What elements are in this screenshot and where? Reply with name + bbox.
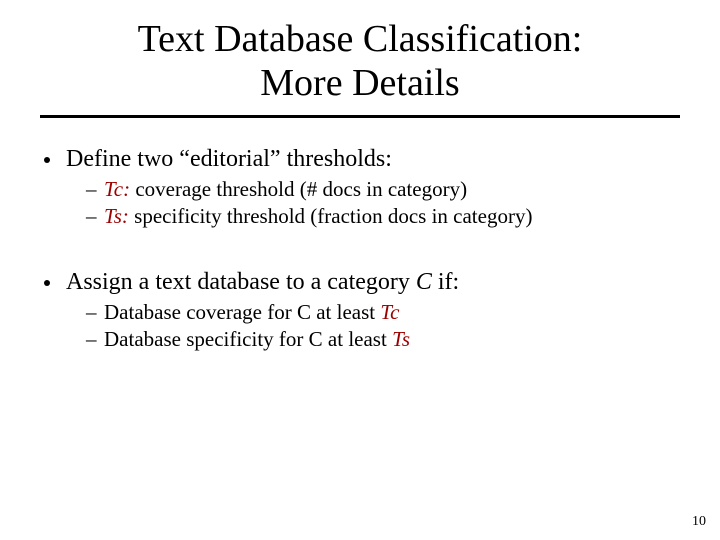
bullet-2: Assign a text database to a category C i…	[40, 269, 680, 296]
bullet-icon	[44, 280, 50, 286]
dash-icon: –	[86, 204, 97, 229]
page-number: 10	[692, 514, 706, 530]
bullet-2-sub-2-text: Database specificity for C at least	[104, 327, 392, 351]
title-line-2: More Details	[260, 62, 459, 104]
slide: Text Database Classification: More Detai…	[0, 0, 720, 540]
bullet-1-sub-1: – Tc: coverage threshold (# docs in cate…	[40, 177, 680, 202]
ts-label: Ts:	[104, 204, 129, 228]
c-var: C	[416, 269, 432, 295]
bullet-2-post: if:	[432, 269, 459, 295]
spacer	[40, 231, 680, 261]
title-line-1: Text Database Classification:	[138, 18, 583, 60]
tc-ref: Tc	[380, 300, 399, 324]
bullet-1-sub-2-text: specificity threshold (fraction docs in …	[129, 204, 533, 228]
bullet-2-sub-1: – Database coverage for C at least Tc	[40, 300, 680, 325]
bullet-2-sub-2: – Database specificity for C at least Ts	[40, 327, 680, 352]
title-underline	[40, 115, 680, 118]
slide-body: Define two “editorial” thresholds: – Tc:…	[40, 146, 680, 352]
bullet-1-sub-1-text: coverage threshold (# docs in category)	[130, 177, 467, 201]
tc-label: Tc:	[104, 177, 130, 201]
bullet-1-text: Define two “editorial” thresholds:	[66, 146, 392, 172]
dash-icon: –	[86, 327, 97, 352]
bullet-icon	[44, 157, 50, 163]
bullet-2-pre: Assign a text database to a category	[66, 269, 416, 295]
bullet-2-sub-1-text: Database coverage for C at least	[104, 300, 380, 324]
ts-ref: Ts	[392, 327, 410, 351]
dash-icon: –	[86, 177, 97, 202]
slide-title: Text Database Classification: More Detai…	[40, 18, 680, 105]
bullet-1-sub-2: – Ts: specificity threshold (fraction do…	[40, 204, 680, 229]
dash-icon: –	[86, 300, 97, 325]
bullet-1: Define two “editorial” thresholds:	[40, 146, 680, 173]
